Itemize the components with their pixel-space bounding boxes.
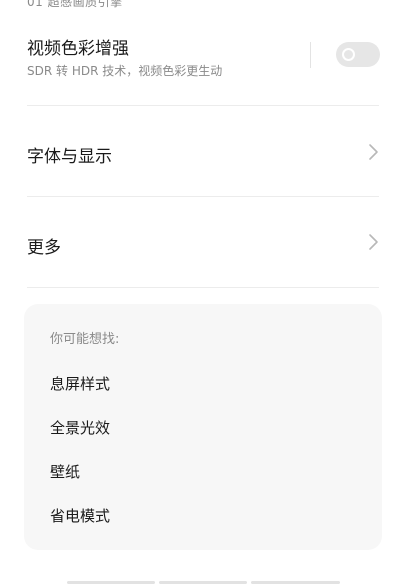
indicator-segment xyxy=(159,581,247,584)
suggestions-card: 你可能想找: 息屏样式 全景光效 壁纸 省电模式 xyxy=(24,304,382,550)
settings-page: 01 超感画质引擎 视频色彩增强 SDR 转 HDR 技术，视频色彩更生动 字体… xyxy=(0,0,406,588)
font-display-title: 字体与显示 xyxy=(27,147,112,167)
video-enhance-row[interactable]: 视频色彩增强 SDR 转 HDR 技术，视频色彩更生动 xyxy=(0,0,406,105)
suggestions-title: 你可能想找: xyxy=(50,332,120,347)
toggle-separator xyxy=(310,42,311,68)
more-row[interactable]: 更多 xyxy=(0,197,406,287)
bottom-indicator xyxy=(67,581,340,584)
video-enhance-title: 视频色彩增强 xyxy=(27,39,129,59)
indicator-segment xyxy=(67,581,155,584)
suggestion-item-aod-style[interactable]: 息屏样式 xyxy=(50,373,110,394)
suggestion-item-wallpaper[interactable]: 壁纸 xyxy=(50,461,80,482)
chevron-right-icon xyxy=(369,234,378,250)
toggle-knob-icon xyxy=(342,48,355,61)
video-enhance-toggle[interactable] xyxy=(336,42,380,67)
chevron-right-icon xyxy=(369,144,378,160)
video-enhance-subtitle: SDR 转 HDR 技术，视频色彩更生动 xyxy=(27,64,223,78)
more-title: 更多 xyxy=(27,238,61,258)
divider xyxy=(27,287,379,288)
suggestion-item-power-saving[interactable]: 省电模式 xyxy=(50,505,110,526)
suggestion-item-panorama-light[interactable]: 全景光效 xyxy=(50,417,110,438)
indicator-segment xyxy=(251,581,340,584)
font-display-row[interactable]: 字体与显示 xyxy=(0,106,406,196)
